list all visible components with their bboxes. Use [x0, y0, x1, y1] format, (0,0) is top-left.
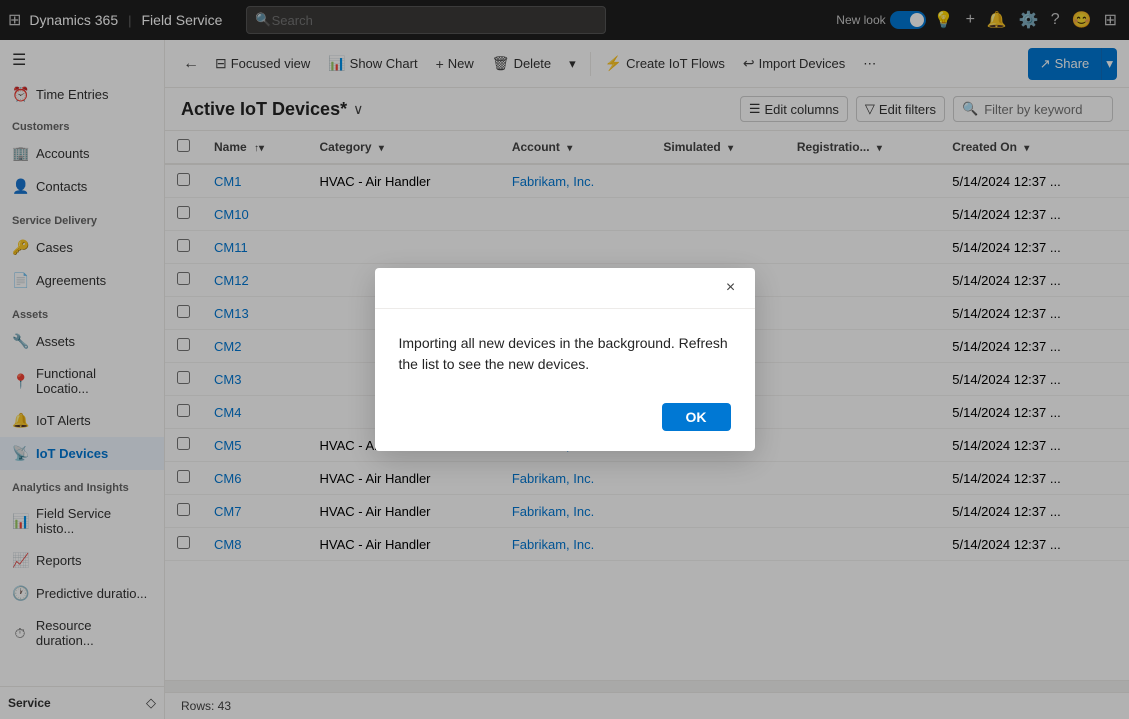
dialog-message: Importing all new devices in the backgro… [399, 335, 728, 372]
dialog-body: Importing all new devices in the backgro… [375, 309, 755, 391]
dialog-ok-button[interactable]: OK [662, 403, 731, 431]
import-dialog: × Importing all new devices in the backg… [375, 268, 755, 451]
dialog-overlay: × Importing all new devices in the backg… [0, 0, 1129, 719]
dialog-footer: OK [375, 391, 755, 451]
dialog-close-button[interactable]: × [719, 276, 743, 300]
dialog-header: × [375, 268, 755, 309]
